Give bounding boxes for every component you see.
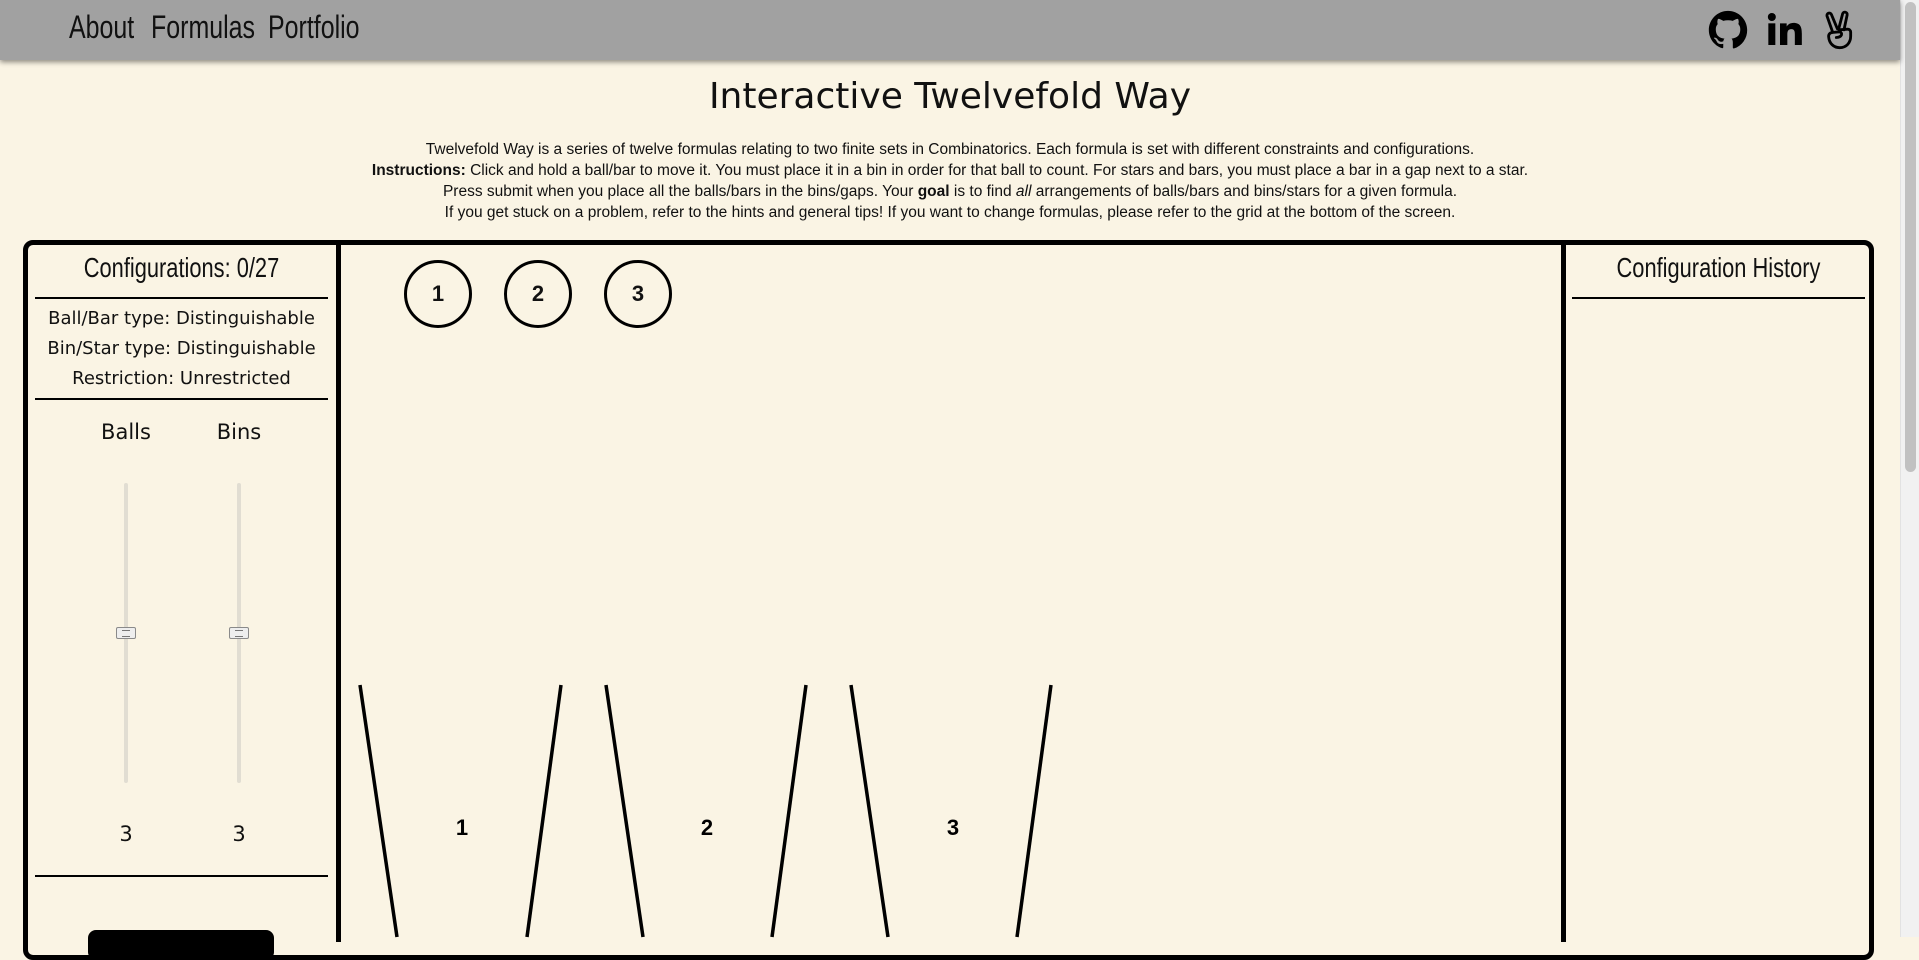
linkedin-icon[interactable] — [1765, 10, 1805, 50]
bin-1-label: 1 — [456, 815, 468, 840]
nav-portfolio-link[interactable]: Portfolio — [268, 9, 360, 46]
left-panel-separator-1 — [35, 297, 328, 299]
intro-line-3-a: Press submit when you place all the ball… — [442, 183, 918, 200]
intro-line-4: If you get stuck on a problem, refer to … — [444, 204, 1456, 221]
intro-line-3-c: arrangements of balls/bars and bins/star… — [1031, 183, 1458, 200]
balls-slider-thumb[interactable] — [116, 627, 136, 639]
configuration-history-list — [1572, 305, 1865, 925]
nav-formulas-link[interactable]: Formulas — [151, 9, 255, 46]
balls-count-value: 3 — [119, 822, 133, 846]
nav-about-link[interactable]: About — [69, 9, 134, 46]
bin-1[interactable]: 1 — [358, 684, 563, 938]
bins-count-value: 3 — [232, 822, 246, 846]
intro-line-3-b: is to find — [949, 183, 1016, 200]
ball-type-label: Ball/Bar type: Distinguishable — [48, 308, 315, 329]
bins-column-label: Bins — [216, 420, 262, 444]
left-panel-separator-2 — [35, 398, 328, 400]
bin-2-label: 2 — [701, 815, 713, 840]
left-panel-separator-3 — [35, 875, 328, 877]
right-panel-divider — [1561, 242, 1566, 942]
intro-line-1: Twelvefold Way is a series of twelve for… — [425, 141, 1475, 158]
intro-line-2: Instructions: Click and hold a ball/bar … — [0, 160, 1900, 181]
balls-column-label: Balls — [101, 420, 151, 444]
bin-3-label: 3 — [947, 815, 959, 840]
bin-2[interactable]: 2 — [604, 684, 808, 938]
instructions-text: Click and hold a ball/bar to move it. Yo… — [465, 162, 1529, 179]
top-navbar: About Formulas Portfolio — [0, 0, 1900, 60]
goal-label: goal — [917, 183, 950, 200]
bins-slider-thumb[interactable] — [229, 627, 249, 639]
github-icon[interactable] — [1708, 10, 1748, 50]
bin-3[interactable]: 3 — [849, 684, 1053, 938]
configuration-history-title: Configuration History — [1616, 252, 1821, 283]
bin-type-label: Bin/Star type: Distinguishable — [47, 338, 316, 359]
configurations-counter: Configurations: 0/27 — [83, 252, 280, 283]
bins-area: 1 2 3 — [358, 684, 1053, 938]
ball-1[interactable]: 1 — [404, 260, 472, 328]
ball-3[interactable]: 3 — [604, 260, 672, 328]
peace-sign-icon[interactable] — [1820, 10, 1860, 50]
all-label: all — [1015, 183, 1032, 200]
intro-text: Twelvefold Way is a series of twelve for… — [0, 139, 1900, 223]
submit-button[interactable] — [88, 930, 274, 960]
instructions-label: Instructions: — [371, 162, 466, 179]
intro-line-3: Press submit when you place all the ball… — [0, 181, 1900, 202]
restriction-label: Restriction: Unrestricted — [72, 368, 291, 389]
history-separator — [1572, 297, 1865, 299]
page-title: Interactive Twelvefold Way — [708, 76, 1192, 117]
scrollbar-thumb[interactable] — [1905, 2, 1916, 472]
ball-2[interactable]: 2 — [504, 260, 572, 328]
page-scrollbar[interactable] — [1900, 0, 1919, 937]
